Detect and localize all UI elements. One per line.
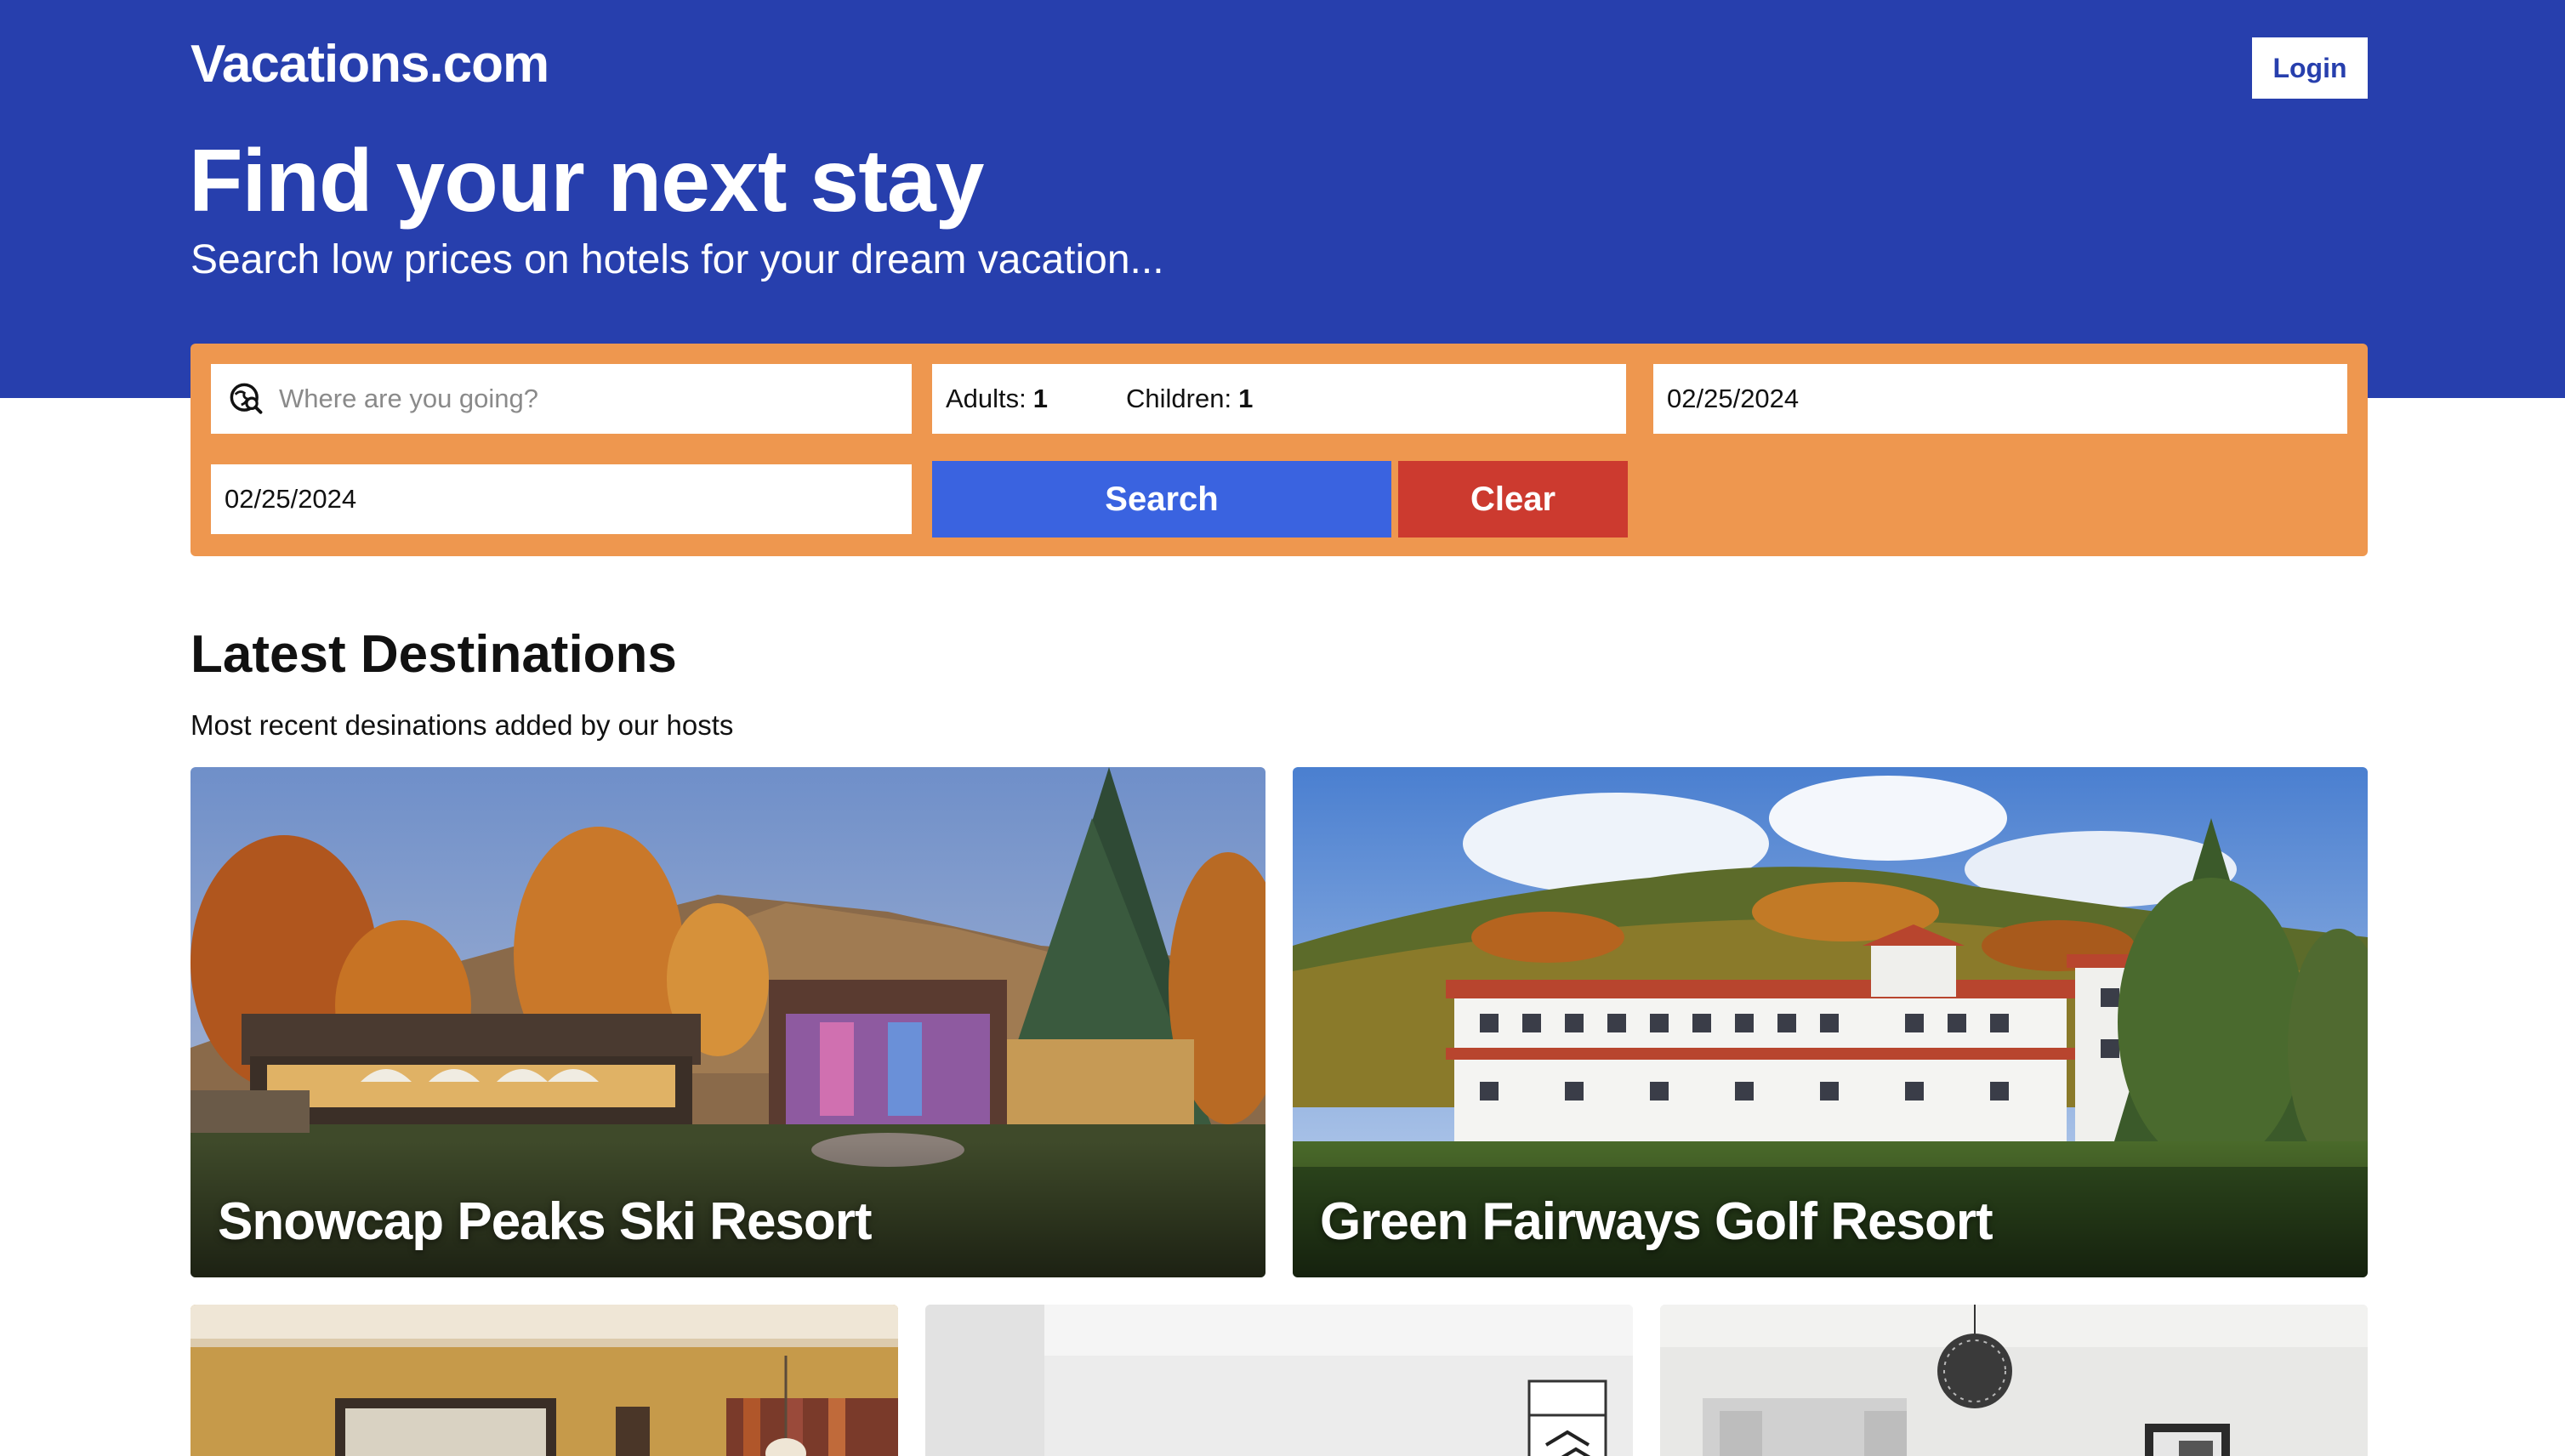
latest-destinations-heading: Latest Destinations <box>191 625 677 684</box>
children-selector[interactable]: Children: 1 <box>1126 384 1253 414</box>
hero-subtitle: Search low prices on hotels for your dre… <box>191 237 1164 282</box>
check-out-date-field[interactable]: 02/25/2024 <box>211 464 912 534</box>
destination-photo <box>1660 1305 2368 1456</box>
site-logo[interactable]: Vacations.com <box>191 34 549 94</box>
login-button[interactable]: Login <box>2252 37 2368 99</box>
adults-count[interactable]: 1 <box>1033 384 1048 414</box>
hero-banner: Vacations.com Login Find your next stay … <box>0 0 2565 398</box>
destination-photo <box>191 1305 898 1456</box>
adults-label: Adults: <box>946 384 1027 413</box>
search-button[interactable]: Search <box>932 461 1391 537</box>
adults-selector[interactable]: Adults: 1 <box>946 384 1048 414</box>
search-panel: Adults: 1 Children: 1 02/25/2024 02/25/2… <box>191 344 2368 556</box>
children-label: Children: <box>1126 384 1232 413</box>
destination-card[interactable] <box>1660 1305 2368 1456</box>
destination-photo <box>925 1305 1633 1456</box>
destination-name: Green Fairways Golf Resort <box>1320 1192 1993 1251</box>
children-count[interactable]: 1 <box>1238 384 1253 414</box>
hero-title: Find your next stay <box>189 132 985 230</box>
search-location-icon <box>230 383 263 414</box>
guests-field[interactable]: Adults: 1 Children: 1 <box>932 364 1626 434</box>
destination-card[interactable]: Snowcap Peaks Ski Resort <box>191 767 1265 1277</box>
destination-name: Snowcap Peaks Ski Resort <box>218 1192 873 1251</box>
destination-field[interactable] <box>211 364 912 434</box>
latest-destinations-subtitle: Most recent desinations added by our hos… <box>191 709 734 741</box>
clear-button[interactable]: Clear <box>1398 461 1628 537</box>
destination-card[interactable] <box>925 1305 1633 1456</box>
check-in-date-field[interactable]: 02/25/2024 <box>1653 364 2347 434</box>
destination-card[interactable]: Green Fairways Golf Resort <box>1293 767 2368 1277</box>
page: Vacations.com Login Find your next stay … <box>0 0 2565 1456</box>
destination-input[interactable] <box>279 384 891 414</box>
destination-card[interactable] <box>191 1305 898 1456</box>
